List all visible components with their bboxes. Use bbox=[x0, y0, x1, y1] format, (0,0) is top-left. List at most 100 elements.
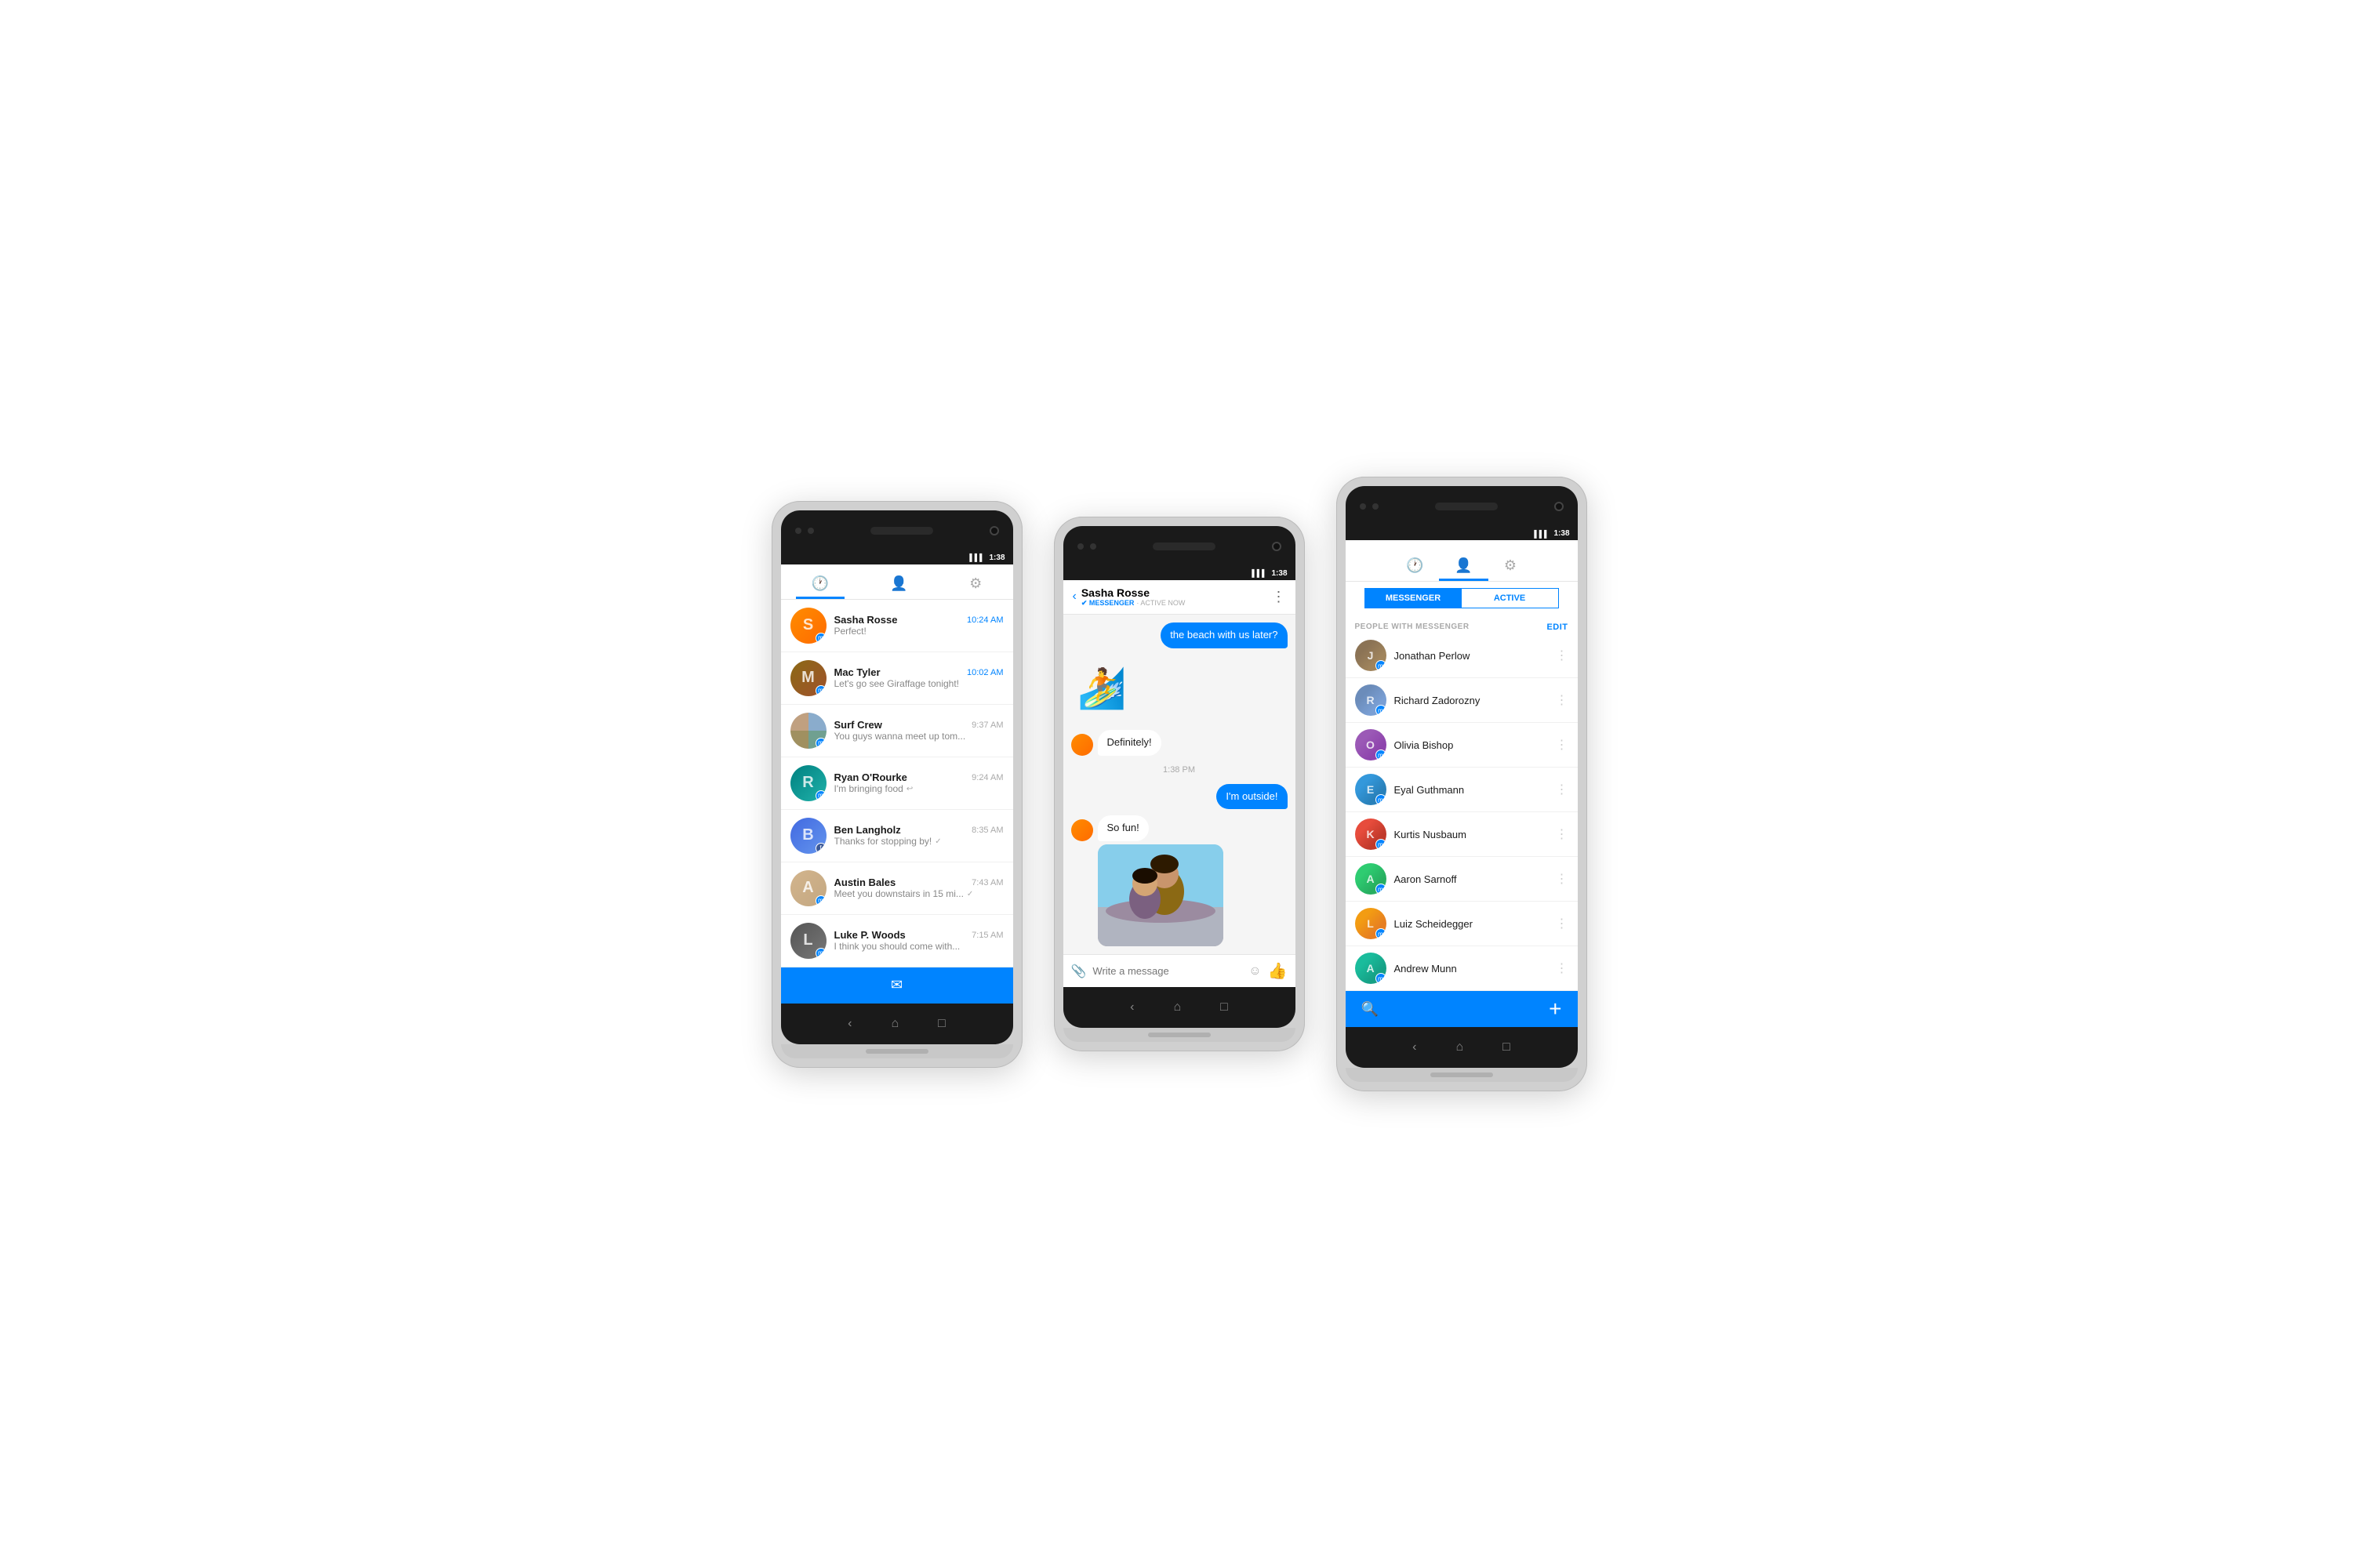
more-eyal[interactable]: ⋮ bbox=[1556, 782, 1568, 797]
person-name-olivia: Olivia Bishop bbox=[1394, 739, 1548, 751]
more-richard[interactable]: ⋮ bbox=[1556, 692, 1568, 708]
more-olivia[interactable]: ⋮ bbox=[1556, 737, 1568, 753]
conv-austin[interactable]: A m Austin Bales 7:43 AM Meet you downst… bbox=[781, 862, 1013, 915]
person-name-andrew: Andrew Munn bbox=[1394, 963, 1548, 975]
home-button-1[interactable]: ⌂ bbox=[891, 1017, 899, 1031]
badge-aaron: m bbox=[1375, 884, 1386, 895]
msg-avatar-sasha bbox=[1071, 734, 1093, 756]
phone-2-dots bbox=[1077, 543, 1096, 550]
compose-icon[interactable]: ✉ bbox=[891, 977, 903, 993]
conv-mac-tyler[interactable]: M m Mac Tyler 10:02 AM Let's go see Gira… bbox=[781, 652, 1013, 705]
person-name-luiz: Luiz Scheidegger bbox=[1394, 918, 1548, 930]
chat-status: ✔ MESSENGER · ACTIVE NOW bbox=[1081, 599, 1186, 608]
conv-content-luke: Luke P. Woods 7:15 AM I think you should… bbox=[834, 929, 1004, 952]
back-button-2[interactable]: ‹ bbox=[1130, 1000, 1134, 1014]
more-andrew[interactable]: ⋮ bbox=[1556, 960, 1568, 976]
chat-header-left: ‹ Sasha Rosse ✔ MESSENGER · ACTIVE NOW bbox=[1073, 586, 1186, 608]
person-name-jonathan: Jonathan Perlow bbox=[1394, 650, 1548, 662]
chat-input[interactable] bbox=[1092, 965, 1242, 977]
person-item-richard[interactable]: R m Richard Zadorozny ⋮ bbox=[1346, 678, 1578, 723]
recent-button-2[interactable]: □ bbox=[1220, 1000, 1228, 1014]
toggle-active[interactable]: ACTIVE bbox=[1462, 589, 1558, 608]
person-item-luiz[interactable]: L m Luiz Scheidegger ⋮ bbox=[1346, 902, 1578, 946]
more-kurtis[interactable]: ⋮ bbox=[1556, 826, 1568, 842]
conv-ryan[interactable]: R m Ryan O'Rourke 9:24 AM I'm bringing f… bbox=[781, 757, 1013, 810]
person-item-olivia[interactable]: O m Olivia Bishop ⋮ bbox=[1346, 723, 1578, 768]
person-item-jonathan[interactable]: J m Jonathan Perlow ⋮ bbox=[1346, 633, 1578, 678]
people-tabs: 🕐 👤 ⚙ bbox=[1390, 546, 1532, 581]
more-options-button[interactable]: ⋮ bbox=[1272, 589, 1286, 605]
messenger-tabs: 🕐 👤 ⚙ bbox=[781, 564, 1013, 599]
more-luiz[interactable]: ⋮ bbox=[1556, 916, 1568, 931]
conv-content-surf: Surf Crew 9:37 AM You guys wanna meet up… bbox=[834, 719, 1004, 742]
person-item-andrew[interactable]: A m Andrew Munn ⋮ bbox=[1346, 946, 1578, 991]
msg-bubble-outside: I'm outside! bbox=[1216, 784, 1287, 810]
avatar-austin: A m bbox=[790, 870, 827, 906]
back-button-3[interactable]: ‹ bbox=[1412, 1040, 1416, 1054]
add-person-button[interactable]: + bbox=[1549, 996, 1561, 1022]
phone-2-bottom-bar: ‹ ⌂ □ bbox=[1063, 987, 1295, 1028]
photo-placeholder bbox=[1098, 844, 1223, 946]
time-2: 1:38 bbox=[1271, 569, 1287, 578]
phone-2-speaker bbox=[1153, 543, 1215, 550]
more-aaron[interactable]: ⋮ bbox=[1556, 871, 1568, 887]
home-button-2[interactable]: ⌂ bbox=[1173, 1000, 1181, 1014]
conv-content-mac: Mac Tyler 10:02 AM Let's go see Giraffag… bbox=[834, 666, 1004, 689]
conv-name-surf: Surf Crew bbox=[834, 719, 882, 731]
person-name-richard: Richard Zadorozny bbox=[1394, 695, 1548, 706]
msg-row-sofun: So fun! bbox=[1071, 815, 1288, 946]
tab-recent[interactable]: 🕐 bbox=[796, 571, 845, 599]
timestamp-138pm: 1:38 PM bbox=[1071, 762, 1288, 778]
dot-2 bbox=[808, 528, 814, 534]
phone-3-speaker bbox=[1435, 503, 1498, 510]
conv-content-ben: Ben Langholz 8:35 AM Thanks for stopping… bbox=[834, 824, 1004, 847]
phone-2-bottom-speaker bbox=[1148, 1033, 1211, 1037]
check-austin: ✓ bbox=[967, 890, 973, 898]
phone-3: ▌▌▌ 1:38 🕐 👤 ⚙ MESSENGER ACTIVE bbox=[1336, 477, 1587, 1091]
tab-people[interactable]: 👤 bbox=[874, 571, 923, 599]
dot-6 bbox=[1372, 503, 1379, 510]
conv-time-surf: 9:37 AM bbox=[972, 720, 1003, 730]
edit-button[interactable]: EDIT bbox=[1546, 622, 1568, 632]
home-button-3[interactable]: ⌂ bbox=[1455, 1040, 1463, 1054]
dot-5 bbox=[1360, 503, 1366, 510]
conv-header-austin: Austin Bales 7:43 AM bbox=[834, 877, 1004, 888]
check-ryan: ↩ bbox=[907, 785, 913, 793]
phone-3-top-bar bbox=[1346, 486, 1578, 527]
person-item-eyal[interactable]: E m Eyal Guthmann ⋮ bbox=[1346, 768, 1578, 812]
back-button-1[interactable]: ‹ bbox=[848, 1017, 852, 1031]
group-piece-1 bbox=[790, 713, 808, 731]
recent-button-1[interactable]: □ bbox=[938, 1017, 946, 1031]
app-bottom-bar-1: ✉ bbox=[781, 967, 1013, 1004]
back-button-chat[interactable]: ‹ bbox=[1073, 590, 1077, 604]
time-3: 1:38 bbox=[1553, 529, 1569, 538]
conv-sasha-rosse[interactable]: S m Sasha Rosse 10:24 AM Perfect! bbox=[781, 600, 1013, 652]
badge-ryan: m bbox=[816, 790, 827, 801]
person-item-aaron[interactable]: A m Aaron Sarnoff ⋮ bbox=[1346, 857, 1578, 902]
conv-time-mac: 10:02 AM bbox=[967, 668, 1003, 677]
recent-button-3[interactable]: □ bbox=[1502, 1040, 1510, 1054]
person-item-kurtis[interactable]: K m Kurtis Nusbaum ⋮ bbox=[1346, 812, 1578, 857]
toggle-messenger[interactable]: MESSENGER bbox=[1365, 589, 1462, 608]
like-icon[interactable]: 👍 bbox=[1268, 961, 1288, 981]
emoji-icon[interactable]: ☺ bbox=[1248, 964, 1261, 978]
tab-settings[interactable]: ⚙ bbox=[954, 571, 997, 599]
conv-surf-crew[interactable]: m Surf Crew 9:37 AM You guys wanna meet … bbox=[781, 705, 1013, 757]
more-jonathan[interactable]: ⋮ bbox=[1556, 648, 1568, 663]
tab-settings-3[interactable]: ⚙ bbox=[1488, 553, 1532, 581]
sticker-area: 🏄 bbox=[1071, 655, 1288, 724]
conv-ben[interactable]: B f Ben Langholz 8:35 AM Thanks for stop… bbox=[781, 810, 1013, 862]
conv-luke[interactable]: L m Luke P. Woods 7:15 AM I think you sh… bbox=[781, 915, 1013, 967]
tab-recent-3[interactable]: 🕐 bbox=[1390, 553, 1439, 581]
phone-1-bottom-edge bbox=[781, 1044, 1013, 1058]
search-icon[interactable]: 🔍 bbox=[1361, 1001, 1379, 1018]
attach-icon[interactable]: 📎 bbox=[1071, 964, 1087, 979]
badge-kurtis: m bbox=[1375, 839, 1386, 850]
toggle-wrapper: MESSENGER ACTIVE bbox=[1346, 582, 1578, 618]
phone-3-screen-wrapper: ▌▌▌ 1:38 🕐 👤 ⚙ MESSENGER ACTIVE bbox=[1346, 527, 1578, 1027]
msg-avatar-sasha-2 bbox=[1071, 819, 1093, 841]
tab-people-3[interactable]: 👤 bbox=[1439, 553, 1488, 581]
phone-1-screen: 🕐 👤 ⚙ S m Sasha bbox=[781, 564, 1013, 1004]
beach-photo-svg bbox=[1098, 844, 1223, 946]
phone-2-bottom-edge bbox=[1063, 1028, 1295, 1042]
